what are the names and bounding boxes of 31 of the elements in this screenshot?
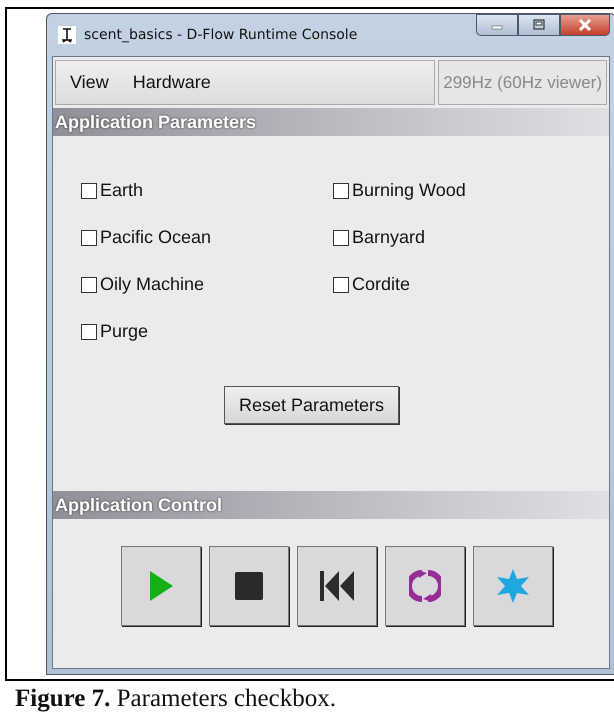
close-button[interactable] <box>560 14 610 36</box>
star-icon <box>496 568 530 604</box>
checkbox[interactable]: Barnyard <box>333 227 553 248</box>
maximize-icon <box>532 19 546 31</box>
minimize-button[interactable] <box>476 14 518 36</box>
checkbox[interactable]: Pacific Ocean <box>81 227 333 248</box>
reload-icon <box>409 569 441 603</box>
frame-rate-readout: 299Hz (60Hz viewer) <box>438 60 607 105</box>
stop-icon <box>234 571 264 601</box>
menu-item[interactable]: Hardware <box>132 72 211 93</box>
rewind-button[interactable] <box>297 546 377 626</box>
stop-button[interactable] <box>209 546 289 626</box>
section-header: Application Control <box>53 491 609 519</box>
checkbox[interactable]: Oily Machine <box>81 274 333 295</box>
app-icon <box>58 26 76 44</box>
play-icon <box>148 570 174 602</box>
section-header: Application Parameters <box>53 108 609 136</box>
close-icon <box>577 19 593 31</box>
checkbox[interactable]: Burning Wood <box>333 180 553 201</box>
checkbox[interactable]: Purge <box>81 321 333 342</box>
reload-button[interactable] <box>385 546 465 626</box>
checkbox[interactable]: Cordite <box>333 274 553 295</box>
play-button[interactable] <box>121 546 201 626</box>
star-button[interactable] <box>473 546 553 626</box>
figure-caption: Figure 7. Parameters checkbox. <box>15 685 336 713</box>
maximize-button[interactable] <box>518 14 560 36</box>
window-title: scent_basics - D-Flow Runtime Console <box>84 27 358 43</box>
rewind-icon <box>319 570 355 602</box>
checkbox[interactable]: Earth <box>81 180 333 201</box>
reset-parameters-button[interactable]: Reset Parameters <box>224 386 400 424</box>
menu-item[interactable]: View <box>70 72 109 93</box>
